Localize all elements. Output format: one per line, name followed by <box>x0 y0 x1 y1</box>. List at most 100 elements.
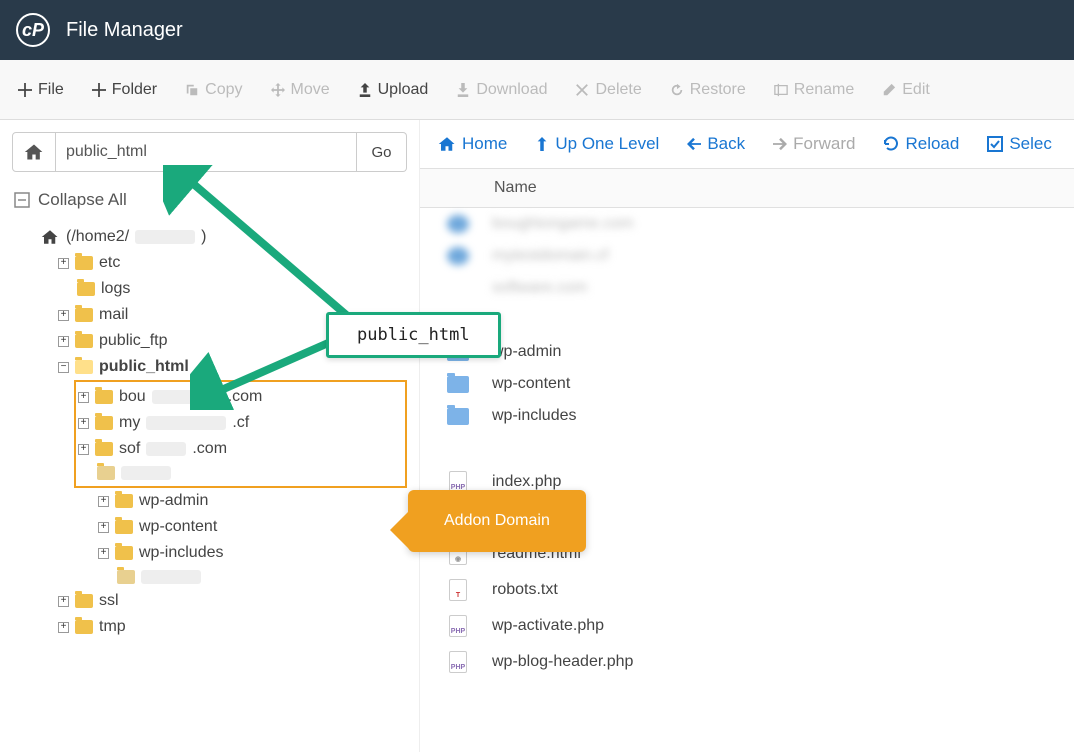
folder-icon <box>447 376 469 393</box>
edit-button[interactable]: Edit <box>882 81 930 99</box>
delete-icon <box>575 83 589 97</box>
collapse-icon <box>14 192 30 208</box>
nav-forward[interactable]: Forward <box>773 134 855 154</box>
file-list-item[interactable]: wp-content <box>420 368 1074 400</box>
tree-item-ssl[interactable]: +ssl <box>12 588 407 614</box>
file-list-item[interactable]: boughtongame.com <box>420 208 1074 240</box>
folder-icon <box>75 256 93 270</box>
php-file-icon: PHP <box>449 615 467 637</box>
domain-folder-icon <box>447 215 469 233</box>
plus-icon <box>18 83 32 97</box>
nav-home[interactable]: Home <box>438 134 507 154</box>
nav-up[interactable]: Up One Level <box>535 134 659 154</box>
rename-button[interactable]: Rename <box>774 81 854 99</box>
arrow-up-icon <box>535 136 549 152</box>
tree-item-wp-content[interactable]: +wp-content <box>12 514 407 540</box>
file-list-item[interactable]: PHPwp-activate.php <box>420 608 1074 644</box>
file-list-item[interactable]: PHPwp-blog-header.php <box>420 644 1074 680</box>
tree-item-etc[interactable]: +etc <box>12 250 407 276</box>
move-icon <box>271 83 285 97</box>
tree-root[interactable]: (/home2/) <box>12 224 407 250</box>
expand-icon[interactable]: + <box>78 444 89 455</box>
tree-item-wp-includes[interactable]: +wp-includes <box>12 540 407 566</box>
folder-open-icon <box>75 360 93 374</box>
folder-icon <box>75 334 93 348</box>
home-icon <box>438 135 456 153</box>
arrow-right-icon <box>773 137 787 151</box>
folder-icon <box>115 520 133 534</box>
nav-select-all[interactable]: Selec <box>987 134 1052 154</box>
folder-icon <box>115 546 133 560</box>
tree-item-addon-2[interactable]: +my.cf <box>78 410 401 436</box>
nav-reload[interactable]: Reload <box>883 134 959 154</box>
file-list-item[interactable] <box>420 432 1074 464</box>
callout-addon-domain: Addon Domain <box>408 490 586 552</box>
folder-icon <box>95 416 113 430</box>
expand-icon[interactable]: + <box>98 522 109 533</box>
folder-button[interactable]: Folder <box>92 81 157 99</box>
main-toolbar: File Folder Copy Move Upload Download De… <box>0 60 1074 120</box>
upload-icon <box>358 83 372 97</box>
expand-icon[interactable]: + <box>78 418 89 429</box>
file-list-item[interactable]: software.com <box>420 272 1074 304</box>
folder-icon <box>75 308 93 322</box>
tree-item-wp-admin[interactable]: +wp-admin <box>12 488 407 514</box>
tree-item-tmp[interactable]: +tmp <box>12 614 407 640</box>
arrow-left-icon <box>687 137 701 151</box>
copy-icon <box>185 83 199 97</box>
restore-icon <box>670 83 684 97</box>
home-icon <box>40 228 60 246</box>
file-button[interactable]: File <box>18 81 64 99</box>
callout-public-html: public_html <box>326 312 501 358</box>
home-icon <box>24 142 44 162</box>
upload-button[interactable]: Upload <box>358 81 429 99</box>
folder-icon <box>77 282 95 296</box>
expand-icon[interactable]: + <box>58 258 69 269</box>
expand-icon[interactable]: + <box>58 622 69 633</box>
delete-button[interactable]: Delete <box>575 81 641 99</box>
collapse-icon[interactable]: − <box>58 362 69 373</box>
folder-icon <box>447 408 469 425</box>
copy-button[interactable]: Copy <box>185 81 242 99</box>
tree-item-logs[interactable]: logs <box>12 276 407 302</box>
folder-icon <box>117 570 135 584</box>
pencil-icon <box>882 83 896 97</box>
expand-icon[interactable]: + <box>58 310 69 321</box>
app-title: File Manager <box>66 19 183 42</box>
reload-icon <box>883 136 899 152</box>
download-icon <box>456 83 470 97</box>
folder-icon <box>115 494 133 508</box>
file-list-item[interactable]: wp-includes <box>420 400 1074 432</box>
file-list: boughtongame.com mytestdomain.cf softwar… <box>420 208 1074 680</box>
column-header-name[interactable]: Name <box>420 168 1074 208</box>
file-list-item[interactable] <box>420 304 1074 336</box>
main-panel: Home Up One Level Back Forward Reload Se… <box>420 120 1074 752</box>
tree-item-addon-1[interactable]: +bou.com <box>78 384 401 410</box>
cpanel-logo-icon: cP <box>16 13 50 47</box>
expand-icon[interactable]: + <box>98 548 109 559</box>
restore-button[interactable]: Restore <box>670 81 746 99</box>
file-list-item[interactable]: Trobots.txt <box>420 572 1074 608</box>
file-list-item[interactable]: mytestdomain.cf <box>420 240 1074 272</box>
check-icon <box>987 136 1003 152</box>
tree-item-addon-4[interactable] <box>78 462 401 484</box>
expand-icon[interactable]: + <box>58 336 69 347</box>
path-input[interactable] <box>56 132 357 172</box>
navigation-toolbar: Home Up One Level Back Forward Reload Se… <box>420 120 1074 168</box>
go-button[interactable]: Go <box>357 132 407 172</box>
folder-tree: (/home2/) +etc logs +mail +public_ftp −p… <box>12 224 407 640</box>
rename-icon <box>774 83 788 97</box>
tree-item-addon-3[interactable]: +sof.com <box>78 436 401 462</box>
collapse-all[interactable]: Collapse All <box>12 190 407 210</box>
expand-icon[interactable]: + <box>58 596 69 607</box>
plus-icon <box>92 83 106 97</box>
move-button[interactable]: Move <box>271 81 330 99</box>
nav-back[interactable]: Back <box>687 134 745 154</box>
file-list-item[interactable]: wp-admin <box>420 336 1074 368</box>
expand-icon[interactable]: + <box>98 496 109 507</box>
download-button[interactable]: Download <box>456 81 547 99</box>
expand-icon[interactable]: + <box>78 392 89 403</box>
home-button[interactable] <box>12 132 56 172</box>
folder-icon <box>75 594 93 608</box>
tree-item-hidden[interactable] <box>12 566 407 588</box>
